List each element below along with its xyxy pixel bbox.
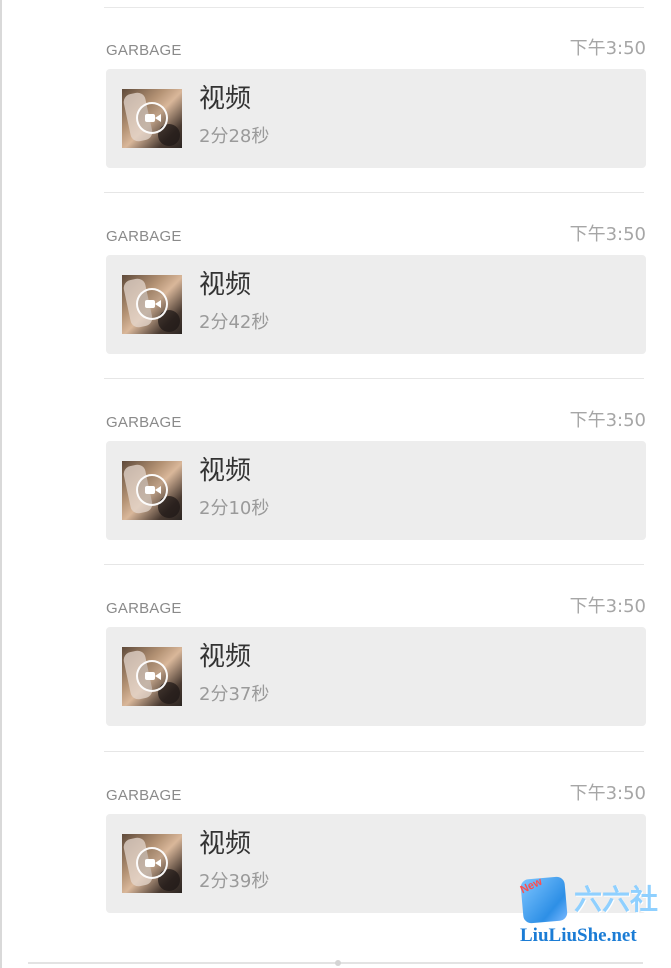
sender-name: GARBAGE [106, 787, 182, 804]
message-title: 视频 [199, 642, 252, 672]
video-duration: 2分39秒 [199, 871, 270, 892]
message-time: 下午3:50 [569, 783, 646, 804]
video-message-bubble[interactable]: 视频 2分10秒 [106, 441, 646, 540]
message-time: 下午3:50 [569, 410, 646, 431]
video-duration: 2分28秒 [199, 126, 270, 147]
video-thumbnail[interactable] [122, 275, 182, 334]
video-message-bubble[interactable]: 视频 2分37秒 [106, 627, 646, 726]
message-divider [104, 378, 644, 379]
video-camera-icon [136, 474, 168, 506]
watermark-logo: New 六六社 LiuLiuShe.net [518, 876, 668, 948]
video-duration: 2分37秒 [199, 684, 270, 705]
watermark-name: 六六社 [574, 883, 659, 916]
video-message-bubble[interactable]: 视频 2分28秒 [106, 69, 646, 168]
video-camera-icon [136, 288, 168, 320]
message-time: 下午3:50 [569, 224, 646, 245]
message-divider [104, 564, 644, 565]
message-title: 视频 [199, 270, 252, 300]
sender-name: GARBAGE [106, 600, 182, 617]
video-thumbnail[interactable] [122, 647, 182, 706]
video-camera-icon [136, 847, 168, 879]
video-camera-icon [136, 102, 168, 134]
left-edge-line [0, 0, 2, 968]
sender-name: GARBAGE [106, 414, 182, 431]
sender-name: GARBAGE [106, 228, 182, 245]
video-message-bubble[interactable]: 视频 2分42秒 [106, 255, 646, 354]
message-title: 视频 [199, 829, 252, 859]
video-thumbnail[interactable] [122, 89, 182, 148]
video-camera-icon [136, 660, 168, 692]
chat-page: GARBAGE 下午3:50 视频 2分28秒 GARBAGE 下午3:50 视… [0, 0, 671, 968]
video-thumbnail[interactable] [122, 461, 182, 520]
message-divider [104, 192, 644, 193]
message-divider [104, 751, 644, 752]
message-title: 视频 [199, 84, 252, 114]
scroll-indicator-dot [335, 960, 341, 966]
top-divider [104, 7, 644, 8]
message-time: 下午3:50 [569, 596, 646, 617]
watermark-url: LiuLiuShe.net [520, 925, 637, 946]
video-thumbnail[interactable] [122, 834, 182, 893]
message-title: 视频 [199, 456, 252, 486]
video-duration: 2分42秒 [199, 312, 270, 333]
video-duration: 2分10秒 [199, 498, 270, 519]
sender-name: GARBAGE [106, 42, 182, 59]
message-time: 下午3:50 [569, 38, 646, 59]
